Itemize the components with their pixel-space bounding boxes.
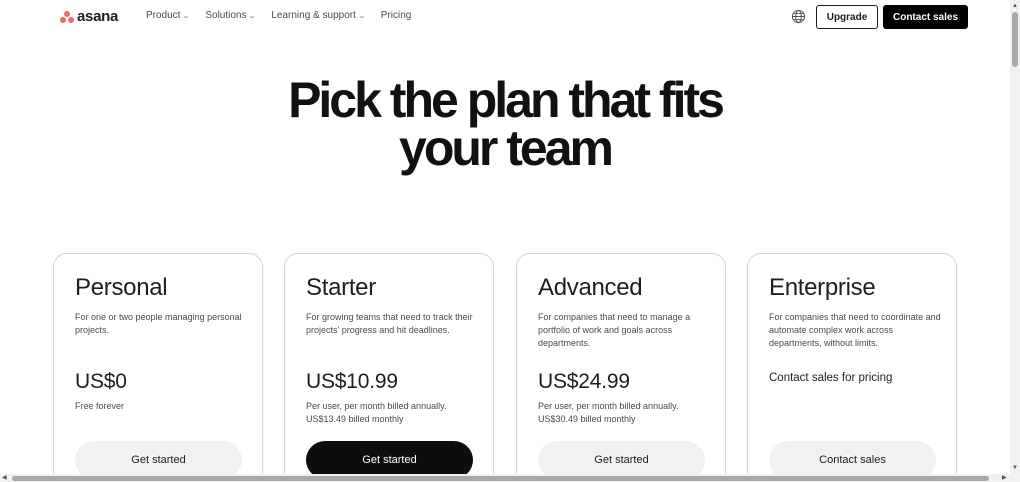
brand-name: asana xyxy=(77,8,119,25)
plan-card-enterprise: Enterprise For companies that need to co… xyxy=(747,253,957,482)
main-nav: Product ⌄ Solutions ⌄ Learning & support… xyxy=(146,10,411,21)
plan-card-starter: Starter For growing teams that need to t… xyxy=(284,253,494,482)
vertical-scrollbar-thumb[interactable] xyxy=(1012,12,1018,67)
chevron-down-icon: ⌄ xyxy=(248,12,257,20)
site-header: asana Product ⌄ Solutions ⌄ Learning & s… xyxy=(0,0,1010,34)
plan-name: Advanced xyxy=(538,274,643,301)
scroll-left-icon[interactable]: ◀ xyxy=(2,474,7,482)
page-title-line-1: Pick the plan that fits xyxy=(288,72,725,128)
scroll-right-icon[interactable]: ▶ xyxy=(1002,474,1007,482)
plan-card-personal: Personal For one or two people managing … xyxy=(53,253,263,482)
plan-description: For growing teams that need to track the… xyxy=(306,312,473,335)
page-title: Pick the plan that fits your team xyxy=(0,72,1010,176)
page-title-line-2: your team xyxy=(399,120,614,176)
plan-billing-note: Free forever xyxy=(75,401,125,411)
plan-billing-note: Per user, per month billed annually. US$… xyxy=(538,401,679,424)
contact-sales-pricing-text: Contact sales for pricing xyxy=(769,372,893,384)
nav-item-solutions[interactable]: Solutions ⌄ xyxy=(205,10,257,21)
plan-description: For one or two people managing personal … xyxy=(75,312,242,335)
plan-description: For companies that need to coordinate an… xyxy=(769,312,941,348)
plan-name: Starter xyxy=(306,274,376,301)
plan-description: For companies that need to manage a port… xyxy=(538,312,691,348)
contact-sales-button[interactable]: Contact sales xyxy=(883,5,968,29)
nav-item-learning-support[interactable]: Learning & support ⌄ xyxy=(271,10,366,21)
plan-price: US$0 xyxy=(75,370,127,393)
nav-item-product[interactable]: Product ⌄ xyxy=(146,10,191,21)
plan-price: US$24.99 xyxy=(538,370,630,393)
plan-billing-note: Per user, per month billed annually. US$… xyxy=(306,401,447,424)
nav-item-label: Pricing xyxy=(380,10,412,21)
globe-icon[interactable] xyxy=(791,9,806,24)
upgrade-button[interactable]: Upgrade xyxy=(816,5,878,29)
asana-logo[interactable]: asana xyxy=(60,9,118,25)
nav-item-pricing[interactable]: Pricing xyxy=(381,10,412,21)
horizontal-scrollbar-thumb[interactable] xyxy=(12,476,989,481)
asana-logo-icon xyxy=(60,11,74,23)
horizontal-scrollbar[interactable]: ◀ ▶ xyxy=(0,474,1020,482)
vertical-scrollbar[interactable]: ▲ ▼ xyxy=(1010,0,1020,474)
scroll-up-icon[interactable]: ▲ xyxy=(1012,2,1018,10)
plan-name: Enterprise xyxy=(769,274,876,301)
scroll-down-icon[interactable]: ▼ xyxy=(1012,464,1018,472)
chevron-down-icon: ⌄ xyxy=(357,12,366,20)
nav-item-label: Learning & support xyxy=(271,10,356,21)
plan-card-advanced: Advanced For companies that need to mana… xyxy=(516,253,726,482)
nav-item-label: Product xyxy=(146,10,181,21)
plan-name: Personal xyxy=(75,274,168,301)
nav-item-label: Solutions xyxy=(205,10,247,21)
chevron-down-icon: ⌄ xyxy=(182,12,191,20)
plan-price: US$10.99 xyxy=(306,370,398,393)
